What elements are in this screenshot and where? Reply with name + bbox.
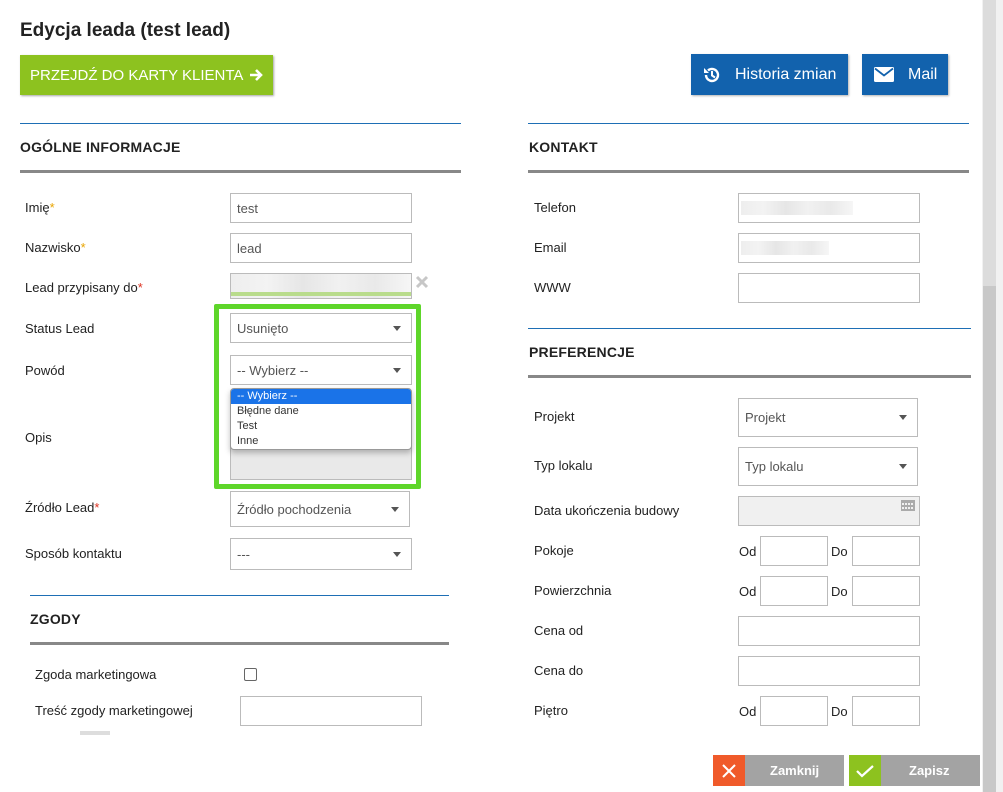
unit-type-label: Typ lokalu <box>534 458 593 473</box>
section-divider <box>528 123 969 124</box>
project-value: Projekt <box>745 410 786 425</box>
floor-to-field[interactable] <box>852 696 920 726</box>
rooms-from-label: Od <box>739 544 757 559</box>
cut-off-text <box>80 731 110 735</box>
section-title-consents: ZGODY <box>30 611 81 627</box>
completion-date-field[interactable] <box>738 496 920 526</box>
unit-type-value: Typ lokalu <box>745 459 804 474</box>
phone-label: Telefon <box>534 200 576 215</box>
last-name-field[interactable]: lead <box>230 233 412 263</box>
section-title-preferences: PREFERENCJE <box>529 344 635 360</box>
section-divider <box>30 595 449 596</box>
unit-type-select[interactable]: Typ lokalu <box>738 447 918 486</box>
section-underline <box>20 170 461 173</box>
section-divider <box>528 328 971 329</box>
checkmark-icon <box>849 755 881 786</box>
mail-button[interactable]: Mail <box>862 54 948 95</box>
first-name-field[interactable]: test <box>230 193 412 223</box>
price-to-field[interactable] <box>738 656 920 686</box>
area-to-field[interactable] <box>852 576 920 606</box>
clear-icon[interactable] <box>415 275 429 289</box>
project-label: Projekt <box>534 409 575 424</box>
area-from-field[interactable] <box>760 576 828 606</box>
email-label: Email <box>534 240 567 255</box>
completion-date-label: Data ukończenia budowy <box>534 503 680 518</box>
www-field[interactable] <box>738 273 920 303</box>
close-button[interactable]: Zamknij <box>713 755 844 786</box>
contact-method-value: --- <box>237 546 250 562</box>
source-value: Źródło pochodzenia <box>237 501 352 517</box>
marketing-consent-label: Zgoda marketingowa <box>35 667 157 682</box>
card-button-label: PRZEJDŹ DO KARTY KLIENTA <box>30 66 244 84</box>
section-underline <box>30 642 449 645</box>
section-underline <box>528 375 971 378</box>
price-to-label: Cena do <box>534 663 584 678</box>
save-button[interactable]: Zapisz <box>849 755 980 786</box>
marketing-consent-checkbox[interactable] <box>244 668 257 681</box>
chevron-down-icon <box>899 415 907 420</box>
arrow-right-icon <box>250 69 264 81</box>
contact-method-label: Sposób kontaktu <box>25 546 122 561</box>
redacted-value <box>741 241 829 255</box>
calendar-icon[interactable] <box>901 500 915 511</box>
status-label: Status Lead <box>25 321 95 336</box>
area-label: Powierzchnia <box>534 583 612 598</box>
www-label: WWW <box>534 280 571 295</box>
history-button[interactable]: Historia zmian <box>691 54 848 95</box>
save-button-label: Zapisz <box>909 763 950 778</box>
page-title: Edycja leada (test lead) <box>20 20 231 41</box>
project-select[interactable]: Projekt <box>738 398 918 437</box>
scrollbar-thumb[interactable] <box>983 286 996 792</box>
email-field[interactable] <box>738 233 920 263</box>
floor-to-label: Do <box>831 704 848 719</box>
phone-field[interactable] <box>738 193 920 223</box>
history-button-label: Historia zmian <box>735 65 837 83</box>
rooms-from-field[interactable] <box>760 536 828 566</box>
highlight-box <box>214 304 421 489</box>
rooms-to-field[interactable] <box>852 536 920 566</box>
marketing-text-field[interactable] <box>240 696 422 726</box>
floor-label: Piętro <box>534 703 568 718</box>
chevron-down-icon <box>391 506 399 512</box>
area-from-label: Od <box>739 584 757 599</box>
close-button-label: Zamknij <box>770 763 820 778</box>
contact-method-select[interactable]: --- <box>230 538 412 570</box>
scrollbar-track-upper <box>983 0 996 286</box>
go-to-client-card-button[interactable]: PRZEJDŹ DO KARTY KLIENTA <box>20 55 273 95</box>
history-icon <box>704 67 720 82</box>
assigned-label: Lead przypisany do* <box>25 280 143 295</box>
floor-from-field[interactable] <box>760 696 828 726</box>
description-label: Opis <box>25 430 52 445</box>
first-name-label: Imię* <box>25 200 55 215</box>
section-underline <box>528 170 969 173</box>
price-from-field[interactable] <box>738 616 920 646</box>
chevron-down-icon <box>393 551 401 557</box>
source-select[interactable]: Źródło pochodzenia <box>230 491 410 527</box>
envelope-icon <box>874 67 894 82</box>
rooms-to-label: Do <box>831 544 848 559</box>
marketing-text-label: Treść zgody marketingowej <box>35 703 193 718</box>
chevron-down-icon <box>899 464 907 469</box>
reason-label: Powód <box>25 363 65 378</box>
last-name-label: Nazwisko* <box>25 240 86 255</box>
close-icon <box>713 755 745 786</box>
price-from-label: Cena od <box>534 623 584 638</box>
rooms-label: Pokoje <box>534 543 574 558</box>
assigned-progress <box>231 292 411 296</box>
source-label: Źródło Lead* <box>25 500 100 515</box>
redacted-value <box>741 201 853 215</box>
section-title-contact: KONTAKT <box>529 139 598 155</box>
area-to-label: Do <box>831 584 848 599</box>
section-divider <box>20 123 461 124</box>
section-title-general: OGÓLNE INFORMACJE <box>20 139 181 155</box>
floor-from-label: Od <box>739 704 757 719</box>
mail-button-label: Mail <box>908 65 938 83</box>
